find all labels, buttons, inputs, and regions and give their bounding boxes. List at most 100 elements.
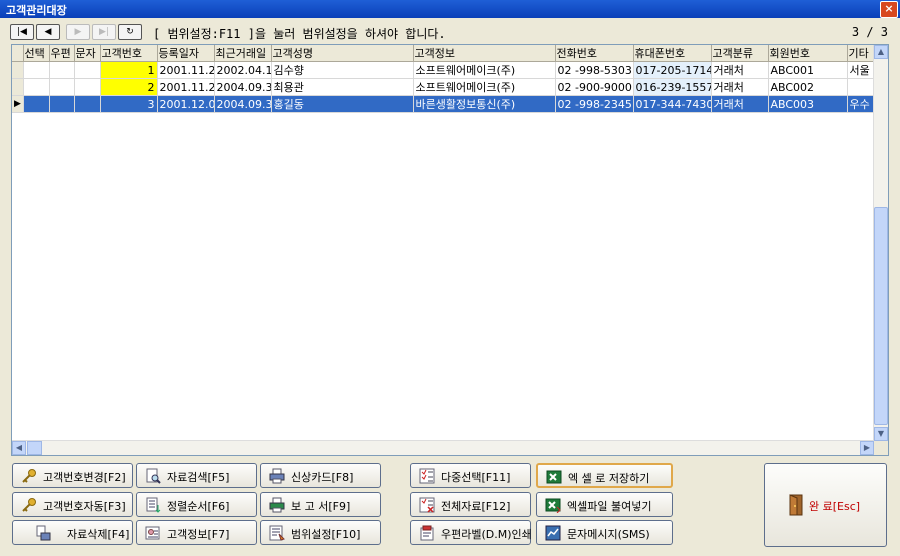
- last-trade-cell[interactable]: 2004.09.30: [214, 95, 272, 113]
- row-indicator: ▶: [12, 95, 24, 113]
- refresh-button[interactable]: ↻: [118, 24, 142, 40]
- report-button[interactable]: 보 고 서[F9]: [260, 492, 381, 517]
- scroll-up-icon[interactable]: ▲: [874, 45, 888, 59]
- range-icon: [269, 525, 285, 541]
- last-trade-cell[interactable]: 2004.09.30: [214, 78, 272, 96]
- column-header[interactable]: 선택: [23, 45, 50, 62]
- customer-name-cell[interactable]: 최용관: [271, 78, 414, 96]
- mail-cell[interactable]: [49, 95, 75, 113]
- etc-cell[interactable]: 서울: [847, 61, 875, 79]
- last-record-button[interactable]: ▶|: [92, 24, 116, 40]
- phone-cell[interactable]: 02 -900-9000: [555, 78, 634, 96]
- customer-grid[interactable]: 선택 우편 문자 고객번호 등록일자 최근거래일 고객성명 고객정보 전화번호 …: [11, 44, 889, 456]
- customer-info-cell[interactable]: 소프트웨어메이크(주): [413, 61, 556, 79]
- column-header[interactable]: 고객정보: [413, 45, 556, 62]
- customer-no-cell[interactable]: 1: [100, 61, 158, 79]
- member-no-cell[interactable]: ABC002: [768, 78, 848, 96]
- key-icon: [22, 498, 36, 512]
- window-title: 고객관리대장: [6, 4, 67, 17]
- column-header[interactable]: 전화번호: [555, 45, 634, 62]
- delete-data-button[interactable]: 자료삭제[F4]: [12, 520, 133, 545]
- change-customer-no-button[interactable]: 고객번호변경[F2]: [12, 463, 133, 488]
- customer-info-cell[interactable]: 바른생활정보통신(주): [413, 95, 556, 113]
- save-excel-button[interactable]: 엑 셀 로 저장하기: [536, 463, 673, 488]
- mobile-cell[interactable]: 017-344-7430: [633, 95, 712, 113]
- customer-name-cell[interactable]: 김수향: [271, 61, 414, 79]
- row-indicator: [12, 78, 24, 96]
- column-header[interactable]: 문자: [74, 45, 101, 62]
- category-cell[interactable]: 거래처: [711, 78, 769, 96]
- select-cell[interactable]: [23, 61, 50, 79]
- member-no-cell[interactable]: ABC001: [768, 61, 848, 79]
- table-row-selected[interactable]: ▶ 3 2001.12.05 2004.09.30 홍길동 바른생활정보통신(주…: [12, 95, 875, 113]
- table-row[interactable]: 1 2001.11.29 2002.04.12 김수향 소프트웨어메이크(주) …: [12, 61, 875, 79]
- prev-record-button[interactable]: ◀: [36, 24, 60, 40]
- next-record-button[interactable]: ▶: [66, 24, 90, 40]
- select-cell[interactable]: [23, 95, 50, 113]
- etc-cell[interactable]: [847, 78, 875, 96]
- done-button[interactable]: 완 료[Esc]: [764, 463, 887, 547]
- done-button-label: 완 료[Esc]: [809, 500, 861, 513]
- etc-cell[interactable]: 우수: [847, 95, 875, 113]
- category-cell[interactable]: 거래처: [711, 61, 769, 79]
- paste-excel-button[interactable]: 엑셀파일 불여넣기: [536, 492, 673, 517]
- column-header[interactable]: 등록일자: [157, 45, 215, 62]
- search-doc-icon: [146, 468, 161, 484]
- button-label: 자료삭제[F4]: [67, 528, 130, 541]
- mobile-cell[interactable]: 017-205-1714: [633, 61, 712, 79]
- member-no-cell[interactable]: ABC003: [768, 95, 848, 113]
- column-header[interactable]: 고객분류: [711, 45, 769, 62]
- horizontal-scrollbar[interactable]: ◀ ▶: [12, 440, 874, 455]
- customer-no-cell[interactable]: 2: [100, 78, 158, 96]
- phone-cell[interactable]: 02 -998-5303: [555, 61, 634, 79]
- range-setting-button[interactable]: 범위설정[F10]: [260, 520, 381, 545]
- column-header[interactable]: 회원번호: [768, 45, 848, 62]
- vertical-scrollbar[interactable]: ▲ ▼: [873, 45, 888, 441]
- record-count: 3 / 3: [851, 25, 888, 39]
- profile-card-button[interactable]: 신상카드[F8]: [260, 463, 381, 488]
- table-row[interactable]: 2 2001.11.29 2004.09.30 최용관 소프트웨어메이크(주) …: [12, 78, 875, 96]
- reg-date-cell[interactable]: 2001.12.05: [157, 95, 215, 113]
- column-header[interactable]: 우편: [49, 45, 75, 62]
- column-header[interactable]: 고객번호: [100, 45, 158, 62]
- select-cell[interactable]: [23, 78, 50, 96]
- sms-cell[interactable]: [74, 61, 101, 79]
- customer-name-cell[interactable]: 홍길동: [271, 95, 414, 113]
- customer-no-cell[interactable]: 3: [100, 95, 158, 113]
- last-trade-cell[interactable]: 2002.04.12: [214, 61, 272, 79]
- sms-cell[interactable]: [74, 78, 101, 96]
- search-data-button[interactable]: 자료검색[F5]: [136, 463, 257, 488]
- column-header[interactable]: 최근거래일: [214, 45, 272, 62]
- button-label: 고객정보[F7]: [167, 528, 230, 541]
- scroll-right-icon[interactable]: ▶: [860, 441, 874, 455]
- column-header[interactable]: 휴대폰번호: [633, 45, 712, 62]
- button-label: 다중선택[F11]: [441, 471, 511, 484]
- mail-label-button[interactable]: 우편라벨(D.M)인쇄: [410, 520, 532, 545]
- mail-cell[interactable]: [49, 61, 75, 79]
- reg-date-cell[interactable]: 2001.11.29: [157, 78, 215, 96]
- customer-info-cell[interactable]: 소프트웨어메이크(주): [413, 78, 556, 96]
- sms-cell[interactable]: [74, 95, 101, 113]
- scroll-down-icon[interactable]: ▼: [874, 427, 888, 441]
- auto-customer-no-button[interactable]: 고객번호자동[F3]: [12, 492, 133, 517]
- mobile-cell[interactable]: 016-239-1557: [633, 78, 712, 96]
- close-icon[interactable]: ×: [880, 1, 898, 18]
- customer-info-button[interactable]: 고객정보[F7]: [136, 520, 257, 545]
- delete-icon: [36, 525, 51, 541]
- category-cell[interactable]: 거래처: [711, 95, 769, 113]
- checklist-x-icon: [419, 497, 435, 513]
- sort-order-button[interactable]: 정렬순서[F6]: [136, 492, 257, 517]
- multi-select-button[interactable]: 다중선택[F11]: [410, 463, 531, 488]
- column-header[interactable]: 기타: [847, 45, 875, 62]
- all-data-button[interactable]: 전체자료[F12]: [410, 492, 531, 517]
- reg-date-cell[interactable]: 2001.11.29: [157, 61, 215, 79]
- horizontal-scroll-thumb[interactable]: [27, 441, 42, 455]
- scroll-left-icon[interactable]: ◀: [12, 441, 26, 455]
- phone-cell[interactable]: 02 -998-2345: [555, 95, 634, 113]
- first-record-button[interactable]: |◀: [10, 24, 34, 40]
- button-label: 문자메시지(SMS): [567, 528, 650, 541]
- column-header[interactable]: 고객성명: [271, 45, 414, 62]
- mail-cell[interactable]: [49, 78, 75, 96]
- vertical-scroll-thumb[interactable]: [874, 207, 888, 425]
- sms-button[interactable]: 문자메시지(SMS): [536, 520, 673, 545]
